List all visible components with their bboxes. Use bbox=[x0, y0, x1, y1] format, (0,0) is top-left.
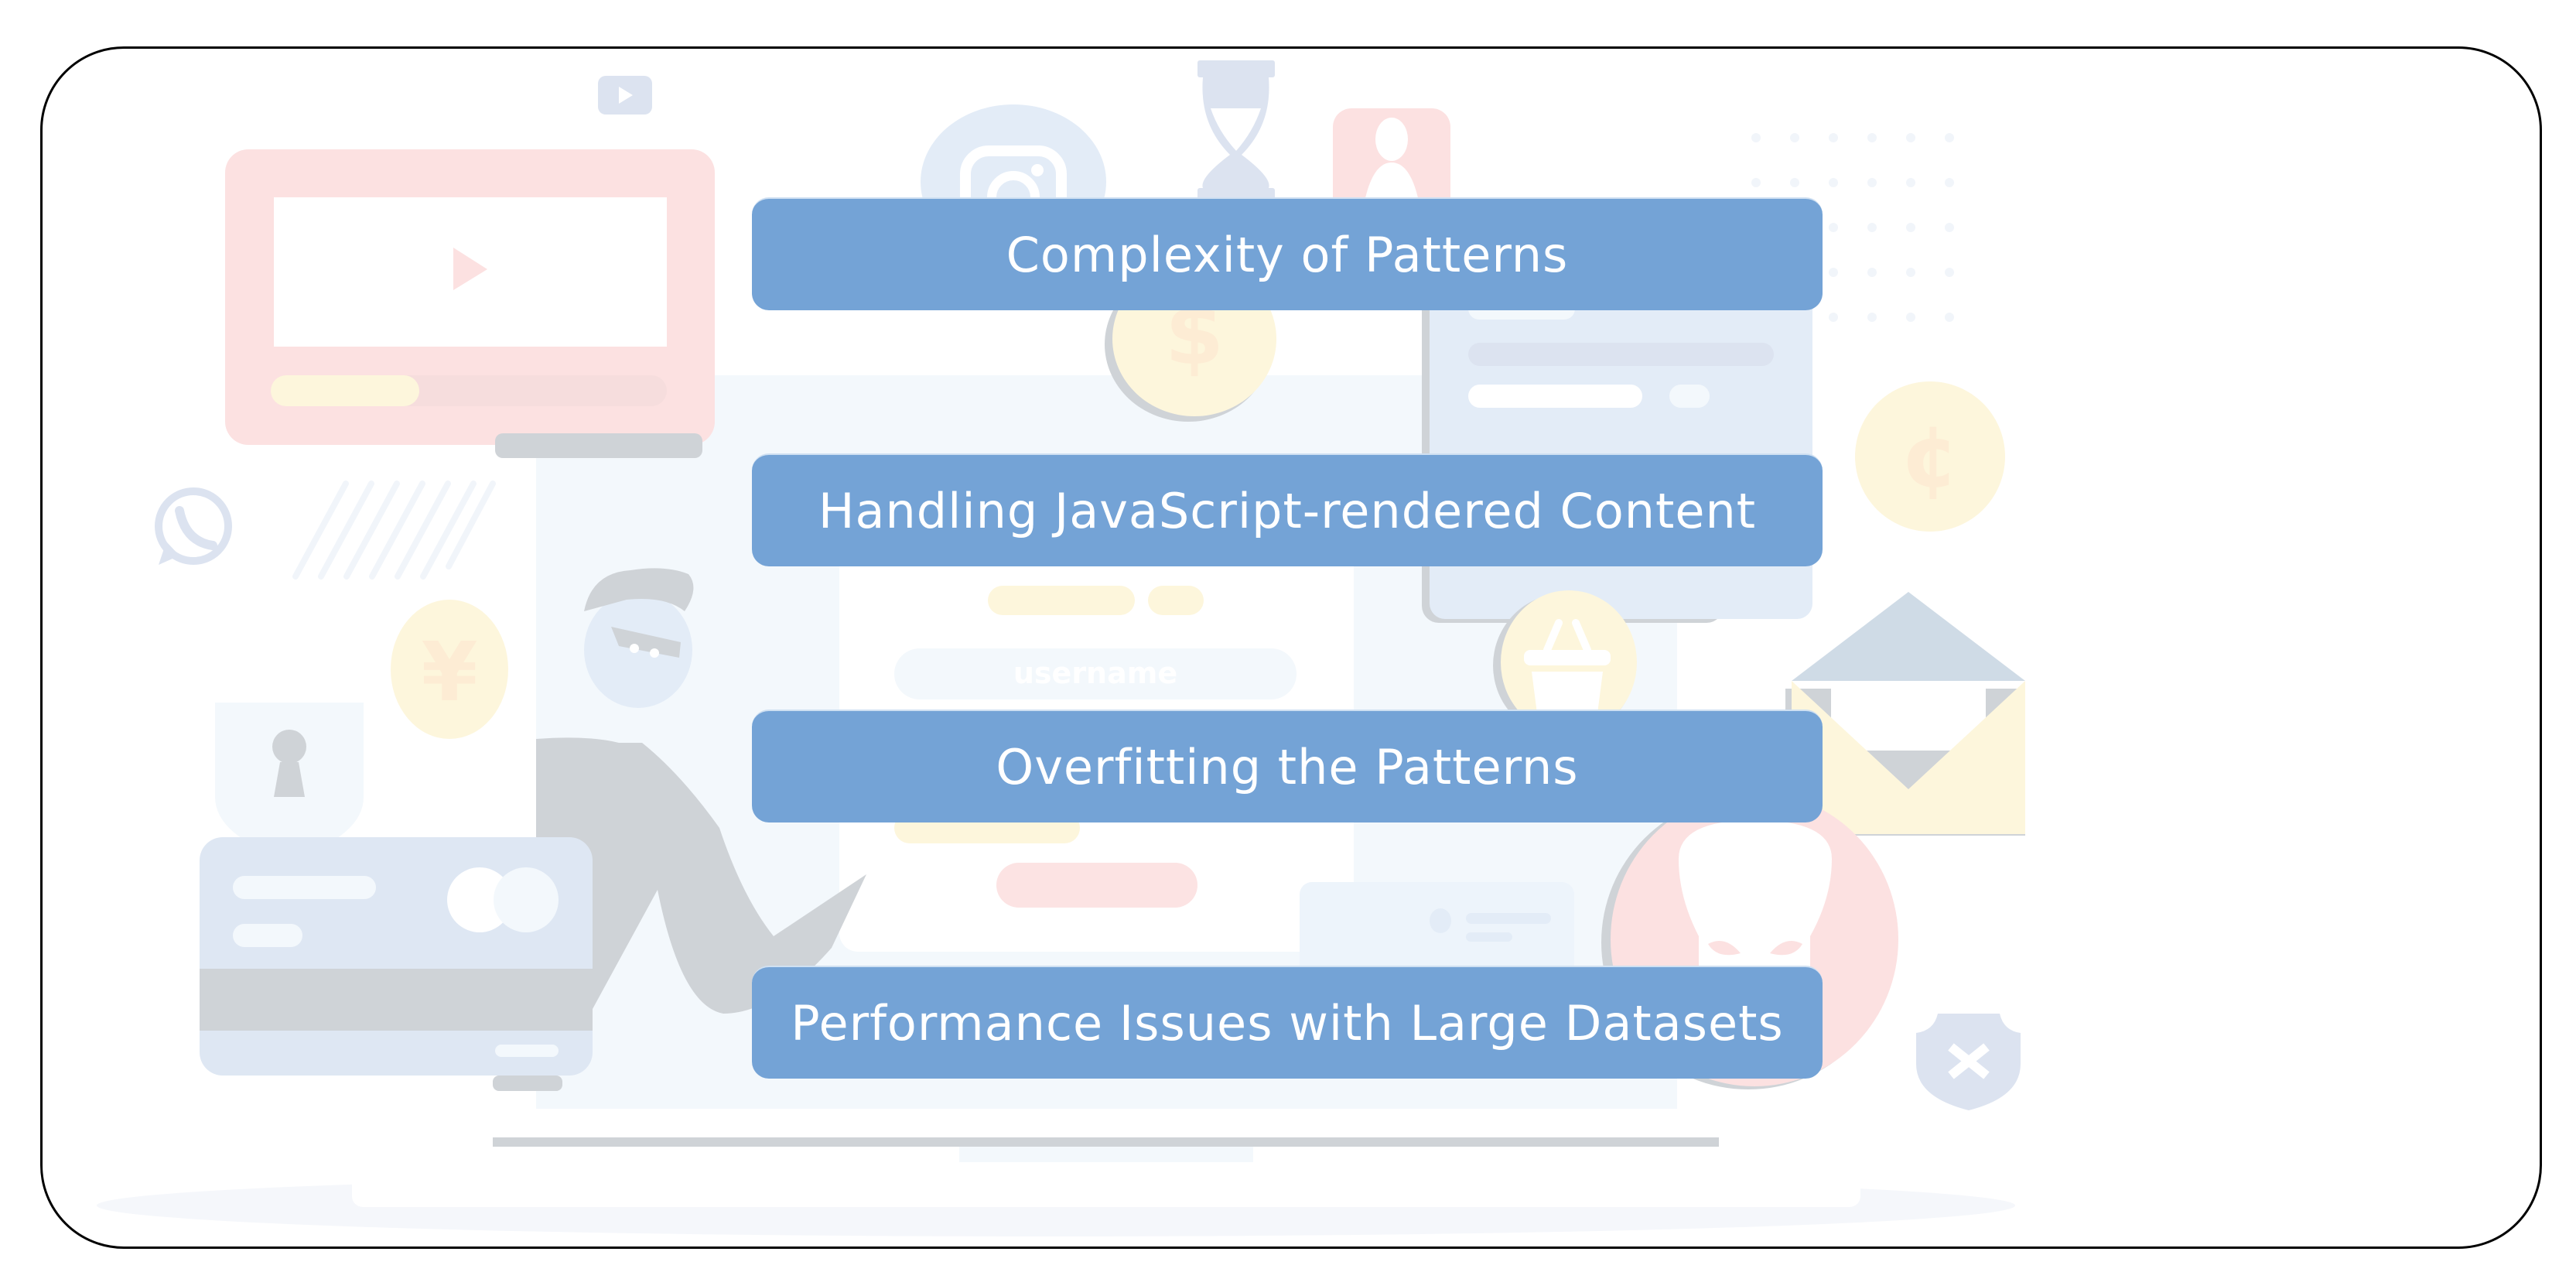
username-placeholder: username bbox=[1013, 656, 1177, 690]
hatch-pattern bbox=[292, 480, 496, 580]
laptop-hinge bbox=[493, 1137, 1719, 1147]
video-progress bbox=[271, 375, 419, 406]
topic-bar-performance-large-datasets: Performance Issues with Large Datasets bbox=[752, 966, 1823, 1079]
chat-window-icon bbox=[1422, 275, 1812, 623]
svg-text:¢: ¢ bbox=[1901, 407, 1960, 506]
topic-bar-handling-javascript-content: Handling JavaScript-rendered Content bbox=[752, 453, 1823, 566]
cent-coin-icon: ¢ bbox=[1855, 381, 2005, 532]
svg-text:¥: ¥ bbox=[421, 625, 477, 720]
x-shield-icon bbox=[1916, 1014, 2021, 1110]
credit-card-icon bbox=[200, 837, 593, 1091]
topic-bar-overfitting-patterns: Overfitting the Patterns bbox=[752, 710, 1823, 822]
login-button bbox=[996, 863, 1197, 908]
topic-label: Complexity of Patterns bbox=[1006, 226, 1569, 283]
topic-label: Overfitting the Patterns bbox=[996, 738, 1579, 795]
lock-shield-icon bbox=[215, 703, 364, 860]
topic-label: Performance Issues with Large Datasets bbox=[791, 994, 1784, 1052]
topic-label: Handling JavaScript-rendered Content bbox=[818, 482, 1757, 539]
laptop-notch bbox=[959, 1147, 1253, 1162]
hourglass-icon bbox=[1197, 60, 1275, 202]
yen-coin-icon: ¥ bbox=[391, 600, 508, 739]
topic-bar-complexity-of-patterns: Complexity of Patterns bbox=[752, 197, 1823, 310]
whatsapp-icon bbox=[155, 487, 232, 565]
background-illustration: username $ ¢ ¥ bbox=[97, 60, 2025, 1236]
youtube-icon bbox=[598, 76, 652, 115]
